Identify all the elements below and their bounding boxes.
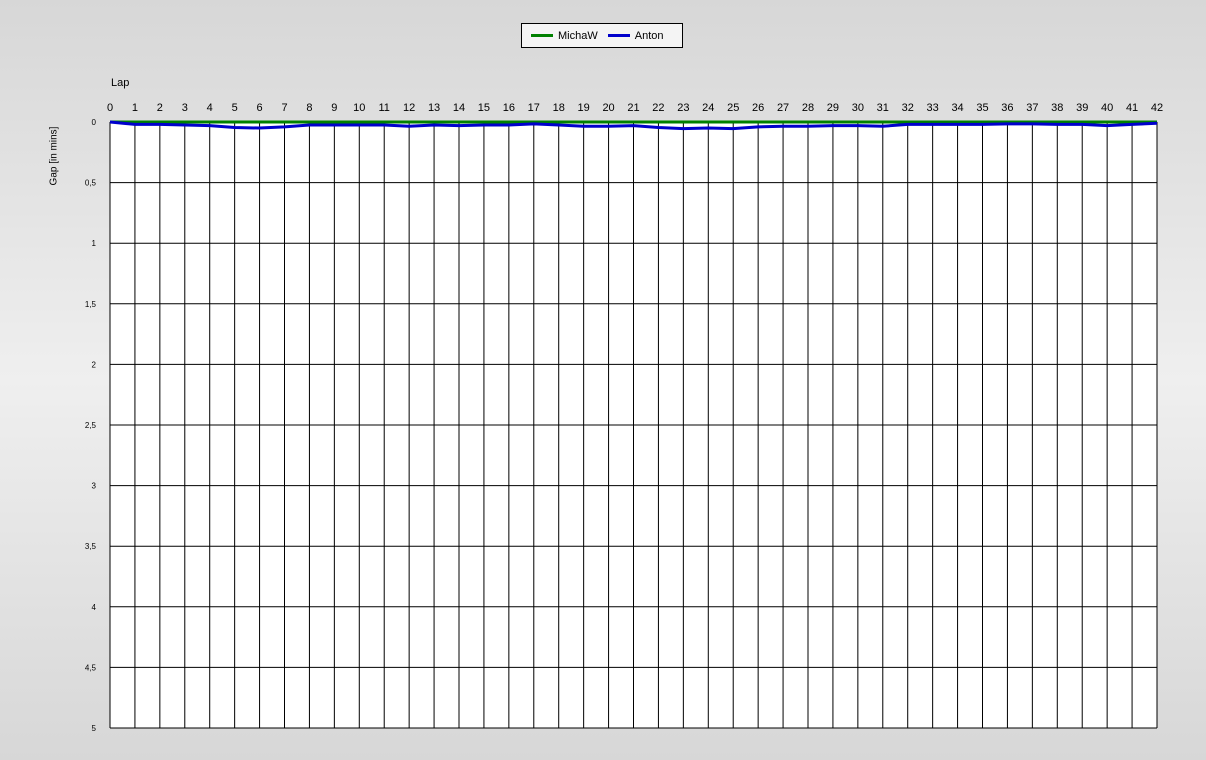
- y-tick-label: 1: [92, 239, 97, 248]
- gap-chart: 0 1 2 3 4 5 6 7 8 9 10 11 12 13 14 15 16 17 18 19 20 21 22 23 24…: [85, 102, 1163, 733]
- x-tick-label: 23: [677, 102, 689, 114]
- x-tick-label: 35: [976, 102, 988, 114]
- x-tick-label: 26: [752, 102, 764, 114]
- x-tick-label: 12: [403, 102, 415, 114]
- x-tick-label: 14: [453, 102, 465, 114]
- y-tick-label: 4,5: [85, 663, 97, 672]
- x-tick-label: 5: [232, 102, 238, 114]
- x-tick-label: 30: [852, 102, 864, 114]
- x-tick-label: 3: [182, 102, 188, 114]
- x-tick-label: 22: [652, 102, 664, 114]
- x-tick-label: 37: [1026, 102, 1038, 114]
- legend-item-michaw: MichaW: [531, 30, 598, 42]
- x-tick-label: 11: [379, 102, 390, 114]
- legend: MichaW Anton: [521, 23, 683, 48]
- x-tick-label: 20: [602, 102, 614, 114]
- x-tick-label: 28: [802, 102, 814, 114]
- x-tick-label: 10: [353, 102, 365, 114]
- y-tick-label: 2: [92, 360, 97, 369]
- y-tick-label: 3: [92, 482, 97, 491]
- x-tick-label: 38: [1051, 102, 1063, 114]
- y-tick-label: 1,5: [85, 300, 97, 309]
- y-tick-label: 3,5: [85, 542, 97, 551]
- x-tick-label: 34: [951, 102, 963, 114]
- x-tick-label: 0: [107, 102, 113, 114]
- x-tick-label: 41: [1126, 102, 1138, 114]
- legend-swatch-anton: [607, 34, 630, 37]
- x-tick-label: 9: [331, 102, 337, 114]
- x-tick-label: 17: [528, 102, 540, 114]
- x-tick-label: 36: [1001, 102, 1013, 114]
- y-tick-label: 0: [92, 118, 97, 127]
- x-tick-label: 8: [306, 102, 312, 114]
- x-tick-label: 7: [281, 102, 287, 114]
- x-tick-label: 39: [1076, 102, 1088, 114]
- x-tick-label: 32: [902, 102, 914, 114]
- x-tick-label: 4: [207, 102, 213, 114]
- legend-item-anton: Anton: [607, 29, 664, 42]
- y-tick-label: 2,5: [85, 421, 97, 430]
- x-tick-label: 42: [1151, 102, 1163, 114]
- x-tick-label: 25: [727, 102, 739, 114]
- x-tick-label: 27: [777, 102, 789, 114]
- x-tick-label: 19: [578, 102, 590, 114]
- legend-label-anton: Anton: [634, 29, 664, 42]
- x-tick-label: 13: [428, 102, 440, 114]
- x-tick-label: 24: [702, 102, 714, 114]
- legend-swatch-michaw: [531, 34, 553, 37]
- x-tick-label: 6: [257, 102, 263, 114]
- y-tick-label: 0,5: [85, 179, 97, 188]
- x-tick-label: 33: [927, 102, 939, 114]
- x-tick-label: 29: [827, 102, 839, 114]
- x-tick-label: 21: [627, 102, 639, 114]
- y-tick-label: 4: [92, 603, 97, 612]
- x-tick-label: 18: [553, 102, 565, 114]
- y-tick-label: 5: [92, 724, 97, 733]
- x-tick-label: 2: [157, 102, 163, 114]
- x-axis-title: Lap: [111, 77, 130, 89]
- legend-label-michaw: MichaW: [558, 29, 598, 42]
- x-tick-label: 40: [1101, 102, 1113, 114]
- y-axis-title: Gap [in mins]: [48, 126, 60, 186]
- x-tick-label: 16: [503, 102, 515, 114]
- x-tick-label: 15: [478, 102, 490, 114]
- x-tick-label: 31: [877, 102, 889, 114]
- x-tick-label: 1: [132, 102, 138, 114]
